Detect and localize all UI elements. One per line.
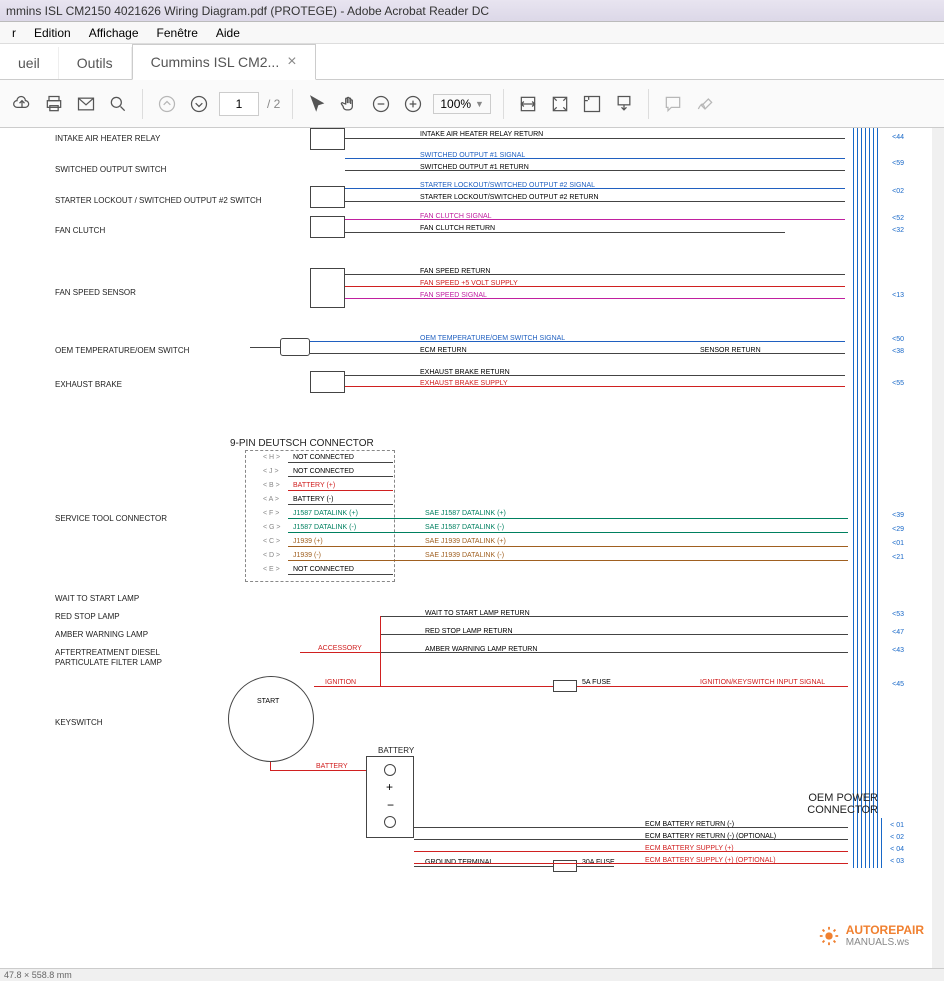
label-oemtemp: OEM TEMPERATURE/OEM SWITCH <box>55 346 189 355</box>
zoom-select[interactable]: 100%▼ <box>433 94 491 114</box>
status-coords: 47.8 × 558.8 mm <box>4 970 72 980</box>
print-icon[interactable] <box>42 92 66 116</box>
fullscreen-icon[interactable] <box>580 92 604 116</box>
page-up-icon[interactable] <box>155 92 179 116</box>
page-down-icon[interactable] <box>187 92 211 116</box>
tab-document[interactable]: Cummins ISL CM2... × <box>132 44 316 80</box>
fit-width-icon[interactable] <box>516 92 540 116</box>
label-exhaust: EXHAUST BRAKE <box>55 380 122 389</box>
fit-page-icon[interactable] <box>548 92 572 116</box>
comment-icon[interactable] <box>661 92 685 116</box>
watermark: AUTOREPAIRMANUALS.ws <box>818 923 924 948</box>
label-service: SERVICE TOOL CONNECTOR <box>55 514 167 523</box>
tabbar: ueil Outils Cummins ISL CM2... × <box>0 44 944 80</box>
label-fanclutch: FAN CLUTCH <box>55 226 105 235</box>
mail-icon[interactable] <box>74 92 98 116</box>
tab-home[interactable]: ueil <box>0 47 59 79</box>
label-fanspeed: FAN SPEED SENSOR <box>55 288 136 297</box>
document-viewport[interactable]: INTAKE AIR HEATER RELAY INTAKE AIR HEATE… <box>0 128 944 968</box>
menubar: r Edition Affichage Fenêtre Aide <box>0 22 944 44</box>
gear-icon <box>818 925 840 947</box>
label-deutsch: 9-PIN DEUTSCH CONNECTOR <box>230 438 374 449</box>
hand-icon[interactable] <box>337 92 361 116</box>
menu-fenetre[interactable]: Fenêtre <box>149 24 206 42</box>
zoom-out-icon[interactable] <box>369 92 393 116</box>
pointer-icon[interactable] <box>305 92 329 116</box>
label-starter: STARTER LOCKOUT / SWITCHED OUTPUT #2 SWI… <box>55 196 262 205</box>
menu-edition[interactable]: Edition <box>26 24 79 42</box>
page-input[interactable] <box>219 92 259 116</box>
toolbar: / 2 100%▼ <box>0 80 944 128</box>
tab-tools[interactable]: Outils <box>59 47 132 79</box>
menu-fichier[interactable]: r <box>4 24 24 42</box>
close-icon[interactable]: × <box>287 53 296 71</box>
sign-icon[interactable] <box>693 92 717 116</box>
window-title: mmins ISL CM2150 4021626 Wiring Diagram.… <box>6 4 489 18</box>
chevron-down-icon: ▼ <box>475 99 484 109</box>
search-icon[interactable] <box>106 92 130 116</box>
tab-document-label: Cummins ISL CM2... <box>151 54 280 70</box>
titlebar: mmins ISL CM2150 4021626 Wiring Diagram.… <box>0 0 944 22</box>
zoom-in-icon[interactable] <box>401 92 425 116</box>
page-total: / 2 <box>267 97 280 111</box>
label-intake: INTAKE AIR HEATER RELAY <box>55 134 160 143</box>
menu-aide[interactable]: Aide <box>208 24 248 42</box>
label-switched: SWITCHED OUTPUT SWITCH <box>55 165 166 174</box>
wiring-diagram: INTAKE AIR HEATER RELAY INTAKE AIR HEATE… <box>0 128 932 968</box>
cloud-icon[interactable] <box>10 92 34 116</box>
menu-affichage[interactable]: Affichage <box>81 24 147 42</box>
read-mode-icon[interactable] <box>612 92 636 116</box>
